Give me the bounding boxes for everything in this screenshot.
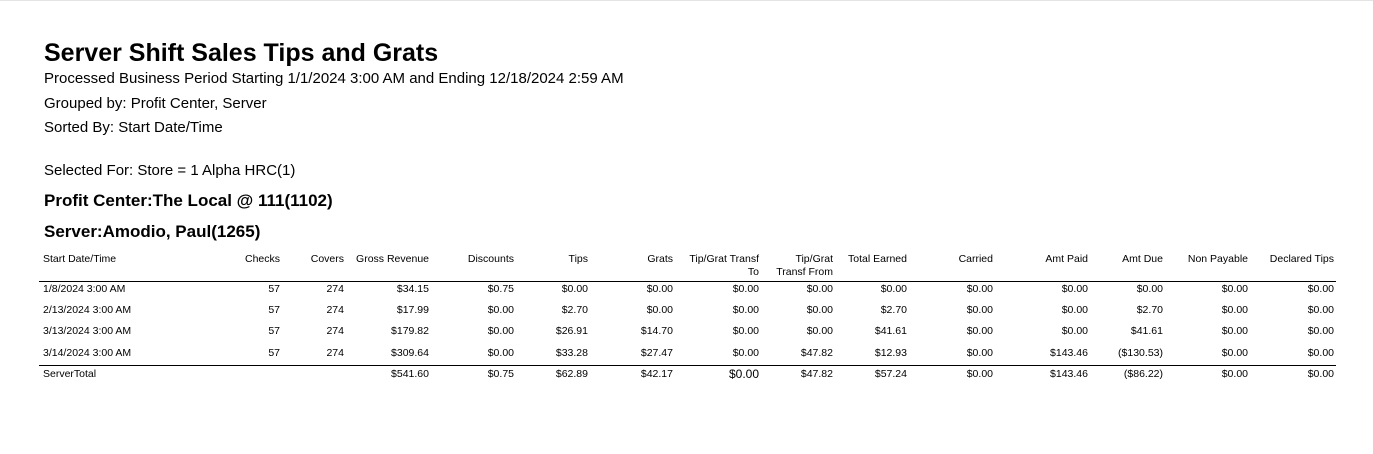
column-header-discounts: Discounts xyxy=(467,253,514,265)
table-cell-grats: $0.00 xyxy=(646,304,673,316)
total-divider xyxy=(39,365,1336,366)
selected-for: Selected For: Store = 1 Alpha HRC(1) xyxy=(44,162,296,179)
report-period: Processed Business Period Starting 1/1/2… xyxy=(44,70,624,87)
table-cell-gross-revenue: $309.64 xyxy=(391,347,429,359)
table-cell-carried: $0.00 xyxy=(966,347,993,359)
column-header-start-date-time: Start Date/Time xyxy=(43,253,117,265)
table-cell-checks: 57 xyxy=(268,325,280,337)
table-cell-total-earned: $12.93 xyxy=(874,347,907,359)
table-cell-total-earned: $2.70 xyxy=(880,304,907,316)
table-cell-tips: $26.91 xyxy=(555,325,588,337)
table-cell-tips: $33.28 xyxy=(555,347,588,359)
total-cell-tips: $62.89 xyxy=(555,368,588,380)
table-cell-grats: $14.70 xyxy=(640,325,673,337)
column-header-tips: Tips xyxy=(568,253,588,265)
header-divider xyxy=(39,281,1336,282)
table-cell-tip-grat-transf-from: $0.00 xyxy=(806,283,833,295)
total-cell-total-earned: $57.24 xyxy=(874,368,907,380)
table-cell-tip-grat-transf-to: $0.00 xyxy=(732,304,759,316)
table-cell-non-payable: $0.00 xyxy=(1221,304,1248,316)
report-title: Server Shift Sales Tips and Grats xyxy=(44,39,439,67)
column-header-non-payable: Non Payable xyxy=(1187,253,1248,265)
column-header-tip-grat-transf-from: Tip/Grat Transf From xyxy=(776,253,833,278)
table-cell-declared-tips: $0.00 xyxy=(1307,304,1334,316)
table-cell-gross-revenue: $34.15 xyxy=(396,283,429,295)
table-cell-carried: $0.00 xyxy=(966,325,993,337)
column-header-tip-grat-transf-to: Tip/Grat Transf To xyxy=(689,253,759,278)
table-cell-total-earned: $0.00 xyxy=(880,283,907,295)
table-cell-start-date-time: 3/14/2024 3:00 AM xyxy=(43,347,132,359)
table-cell-checks: 57 xyxy=(268,347,280,359)
column-header-amt-due: Amt Due xyxy=(1122,253,1163,265)
table-cell-covers: 274 xyxy=(326,347,344,359)
table-cell-start-date-time: 2/13/2024 3:00 AM xyxy=(43,304,132,316)
table-cell-amt-due: $0.00 xyxy=(1136,283,1163,295)
table-cell-tip-grat-transf-from: $47.82 xyxy=(800,347,833,359)
table-cell-discounts: $0.00 xyxy=(487,304,514,316)
table-cell-checks: 57 xyxy=(268,304,280,316)
total-cell-start-date-time: ServerTotal xyxy=(43,368,97,380)
profit-center-heading: Profit Center:The Local @ 111(1102) xyxy=(44,191,333,210)
grouped-by: Grouped by: Profit Center, Server xyxy=(44,95,267,112)
table-cell-discounts: $0.75 xyxy=(487,283,514,295)
table-cell-amt-due: $2.70 xyxy=(1136,304,1163,316)
table-cell-gross-revenue: $179.82 xyxy=(391,325,429,337)
total-cell-grats: $42.17 xyxy=(640,368,673,380)
table-cell-declared-tips: $0.00 xyxy=(1307,283,1334,295)
table-cell-tip-grat-transf-to: $0.00 xyxy=(732,325,759,337)
table-cell-tip-grat-transf-to: $0.00 xyxy=(732,283,759,295)
column-header-grats: Grats xyxy=(647,253,673,265)
column-header-checks: Checks xyxy=(244,253,280,265)
table-cell-discounts: $0.00 xyxy=(487,347,514,359)
table-cell-declared-tips: $0.00 xyxy=(1307,325,1334,337)
table-cell-start-date-time: 3/13/2024 3:00 AM xyxy=(43,325,132,337)
total-cell-amt-due: ($86.22) xyxy=(1123,368,1163,380)
table-cell-tip-grat-transf-from: $0.00 xyxy=(806,325,833,337)
table-cell-non-payable: $0.00 xyxy=(1221,283,1248,295)
total-cell-gross-revenue: $541.60 xyxy=(391,368,429,380)
table-cell-covers: 274 xyxy=(326,283,344,295)
total-cell-tip-grat-transf-to: $0.00 xyxy=(728,367,759,381)
table-cell-grats: $0.00 xyxy=(646,283,673,295)
table-cell-checks: 57 xyxy=(268,283,280,295)
table-cell-amt-due: ($130.53) xyxy=(1118,347,1163,359)
table-cell-tip-grat-transf-to: $0.00 xyxy=(732,347,759,359)
table-cell-amt-paid: $0.00 xyxy=(1061,304,1088,316)
table-cell-covers: 274 xyxy=(326,304,344,316)
table-cell-non-payable: $0.00 xyxy=(1221,325,1248,337)
table-cell-declared-tips: $0.00 xyxy=(1307,347,1334,359)
table-cell-amt-paid: $0.00 xyxy=(1061,325,1088,337)
table-cell-amt-paid: $143.46 xyxy=(1050,347,1088,359)
table-cell-tip-grat-transf-from: $0.00 xyxy=(806,304,833,316)
table-cell-tips: $0.00 xyxy=(561,283,588,295)
table-cell-covers: 274 xyxy=(326,325,344,337)
table-cell-carried: $0.00 xyxy=(966,304,993,316)
table-cell-amt-due: $41.61 xyxy=(1130,325,1163,337)
total-cell-declared-tips: $0.00 xyxy=(1307,368,1334,380)
table-cell-carried: $0.00 xyxy=(966,283,993,295)
total-cell-amt-paid: $143.46 xyxy=(1050,368,1088,380)
column-header-carried: Carried xyxy=(958,253,993,265)
table-cell-non-payable: $0.00 xyxy=(1221,347,1248,359)
table-cell-grats: $27.47 xyxy=(640,347,673,359)
table-cell-tips: $2.70 xyxy=(561,304,588,316)
server-heading: Server:Amodio, Paul(1265) xyxy=(44,222,261,241)
column-header-total-earned: Total Earned xyxy=(848,253,907,265)
column-header-gross-revenue: Gross Revenue xyxy=(356,253,429,265)
column-header-covers: Covers xyxy=(310,253,344,265)
total-cell-non-payable: $0.00 xyxy=(1221,368,1248,380)
total-cell-tip-grat-transf-from: $47.82 xyxy=(800,368,833,380)
top-border xyxy=(0,0,1373,1)
table-cell-total-earned: $41.61 xyxy=(874,325,907,337)
table-cell-start-date-time: 1/8/2024 3:00 AM xyxy=(43,283,126,295)
total-cell-carried: $0.00 xyxy=(966,368,993,380)
table-cell-discounts: $0.00 xyxy=(487,325,514,337)
sorted-by: Sorted By: Start Date/Time xyxy=(44,119,223,136)
table-cell-gross-revenue: $17.99 xyxy=(396,304,429,316)
total-cell-discounts: $0.75 xyxy=(487,368,514,380)
table-cell-amt-paid: $0.00 xyxy=(1061,283,1088,295)
column-header-declared-tips: Declared Tips xyxy=(1269,253,1334,265)
column-header-amt-paid: Amt Paid xyxy=(1045,253,1088,265)
